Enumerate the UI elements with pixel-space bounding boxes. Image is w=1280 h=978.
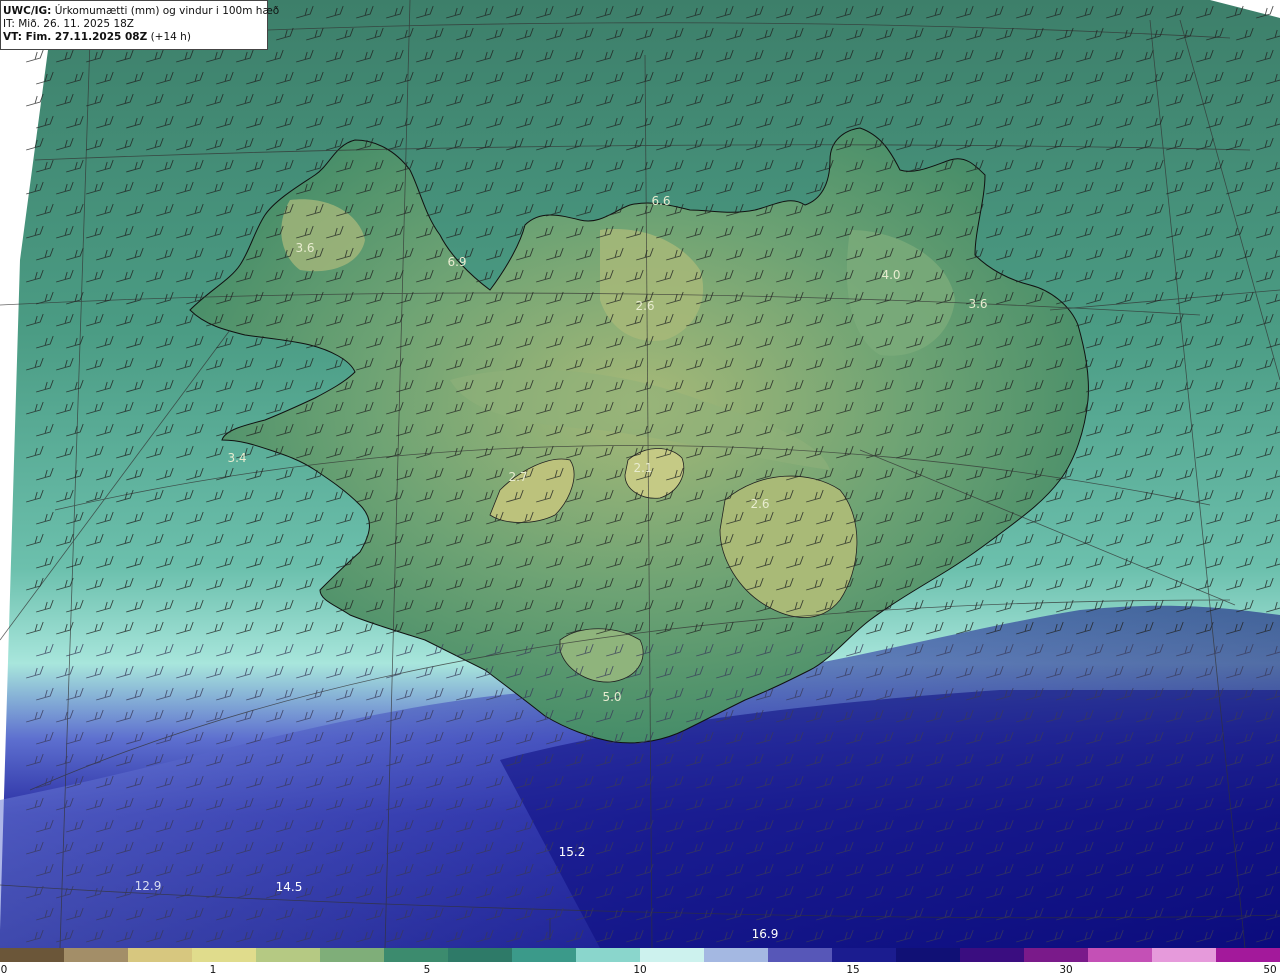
- map-value-label: 6.6: [651, 194, 670, 208]
- header-line-3: VT: Fim. 27.11.2025 08Z (+14 h): [3, 31, 267, 44]
- precipitation-wind-map: 3.6 6.9 6.6 2.6 4.0 3.6 3.4 2.7 2.1 2.6 …: [0, 0, 1280, 948]
- color-scale-swatch: [640, 948, 705, 962]
- color-scale-swatch: [832, 948, 897, 962]
- map-value-label: 2.6: [635, 299, 654, 313]
- color-scale-swatch: [896, 948, 961, 962]
- map-value-label: 2.6: [750, 497, 769, 511]
- color-scale-tick-label: 1: [209, 964, 217, 976]
- map-value-label: 3.4: [227, 451, 246, 465]
- weather-map-view: 3.6 6.9 6.6 2.6 4.0 3.6 3.4 2.7 2.1 2.6 …: [0, 0, 1280, 978]
- color-scale-swatch: [320, 948, 385, 962]
- map-value-label: 3.6: [295, 241, 314, 255]
- color-scale-tick-label: 15: [846, 964, 860, 976]
- map-value-label: 3.6: [968, 297, 987, 311]
- map-value-label: 4.0: [881, 268, 900, 282]
- color-scale-bar: [0, 948, 1280, 962]
- map-value-label: 6.9: [447, 255, 466, 269]
- color-scale-swatch: [192, 948, 257, 962]
- color-scale-swatch: [1088, 948, 1153, 962]
- header-lead-time: (+14 h): [150, 31, 191, 43]
- map-header-box: UWC/IG: Úrkomumætti (mm) og vindur i 100…: [0, 0, 279, 50]
- color-scale-swatch: [1216, 948, 1280, 962]
- color-scale-tick-label: 0: [0, 964, 8, 976]
- color-scale-swatch: [768, 948, 833, 962]
- color-scale-swatch: [128, 948, 193, 962]
- map-value-label: 15.2: [559, 845, 586, 859]
- color-scale-swatch: [384, 948, 449, 962]
- color-scale-swatch: [1152, 948, 1217, 962]
- header-line-1: UWC/IG: Úrkomumætti (mm) og vindur i 100…: [3, 5, 279, 18]
- color-scale-swatch: [448, 948, 513, 962]
- color-scale-swatch: [576, 948, 641, 962]
- header-product-code: UWC/IG:: [3, 5, 52, 17]
- header-line-2: IT: Mið. 26. 11. 2025 18Z: [3, 18, 134, 30]
- color-scale-swatch: [64, 948, 129, 962]
- color-scale-tick-label: 10: [633, 964, 647, 976]
- color-scale-swatch: [704, 948, 769, 962]
- color-scale-swatch: [1024, 948, 1089, 962]
- color-scale-tick-label: 30: [1059, 964, 1073, 976]
- color-scale-swatch: [256, 948, 321, 962]
- header-product-title: Úrkomumætti (mm) og vindur i 100m hæð: [54, 5, 280, 17]
- color-scale-swatch: [512, 948, 577, 962]
- header-valid-time: VT: Fim. 27.11.2025 08Z: [3, 31, 148, 43]
- color-scale-swatch: [0, 948, 65, 962]
- map-value-label: 12.9: [135, 879, 162, 893]
- map-value-label: 14.5: [276, 880, 303, 894]
- map-value-label: 2.7: [508, 470, 527, 484]
- map-value-label: 2.1: [633, 461, 652, 475]
- map-value-label: 16.9: [752, 927, 779, 941]
- color-scale-swatch: [960, 948, 1025, 962]
- color-scale-tick-label: 5: [423, 964, 431, 976]
- map-value-label: 5.0: [602, 690, 621, 704]
- color-scale-tick-label: 50: [1263, 964, 1277, 976]
